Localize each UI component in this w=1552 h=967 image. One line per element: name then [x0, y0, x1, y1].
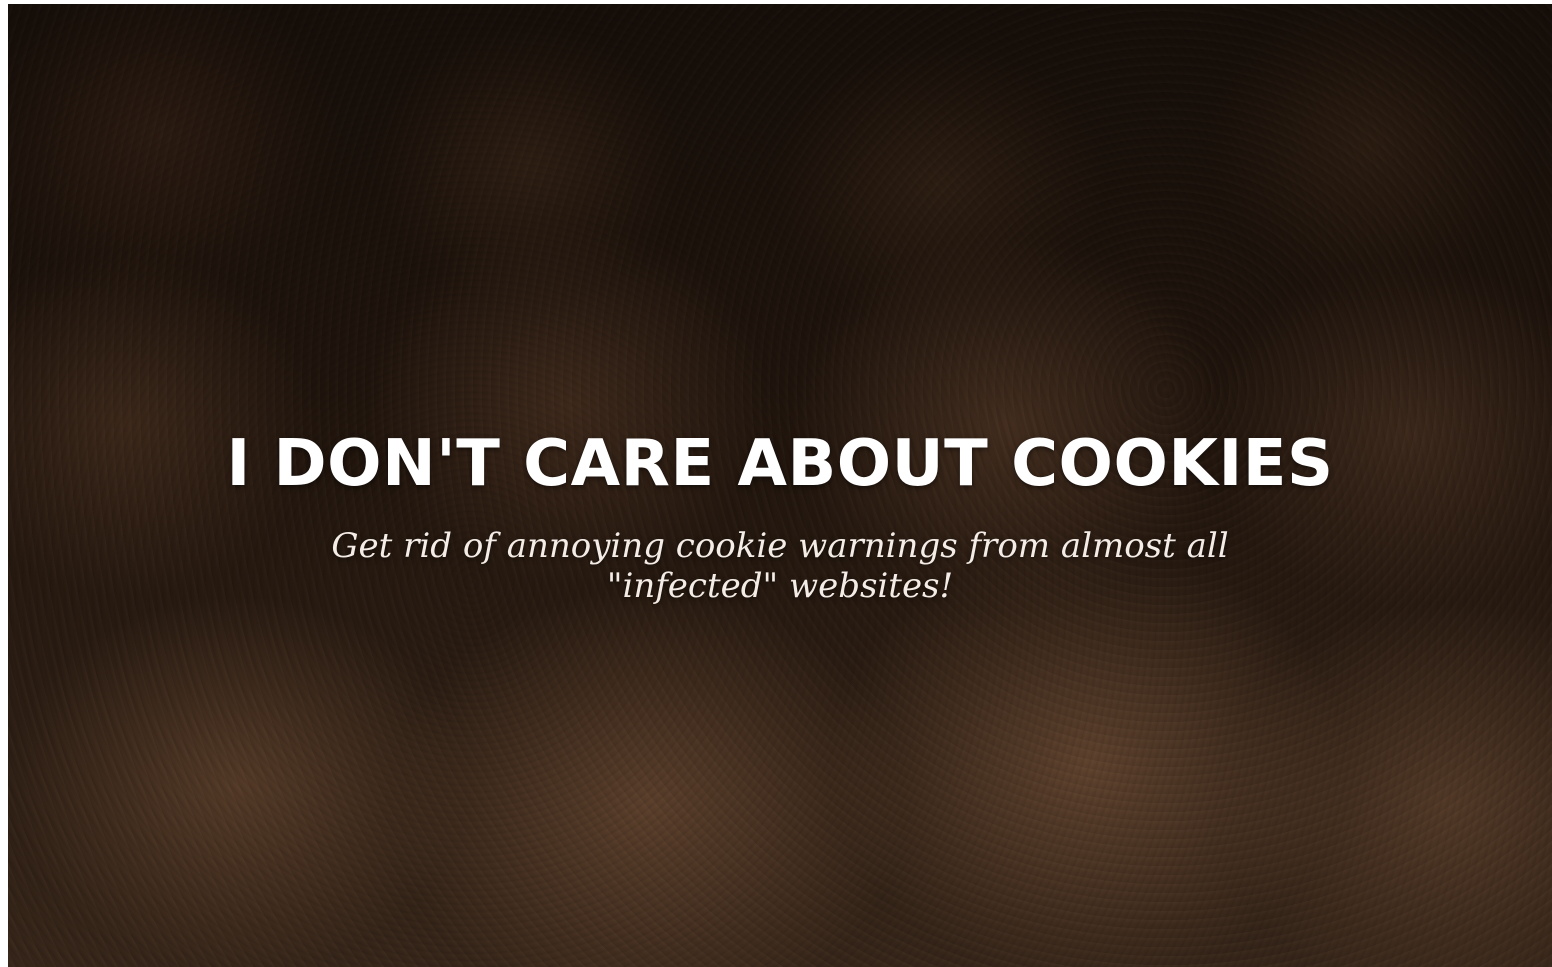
hero-section: I DON'T CARE ABOUT COOKIES Get rid of an…: [8, 4, 1552, 967]
hero-title: I DON'T CARE ABOUT COOKIES: [226, 427, 1334, 501]
hero-subtitle: Get rid of annoying cookie warnings from…: [331, 526, 1229, 606]
hero-content: I DON'T CARE ABOUT COOKIES Get rid of an…: [8, 424, 1552, 606]
